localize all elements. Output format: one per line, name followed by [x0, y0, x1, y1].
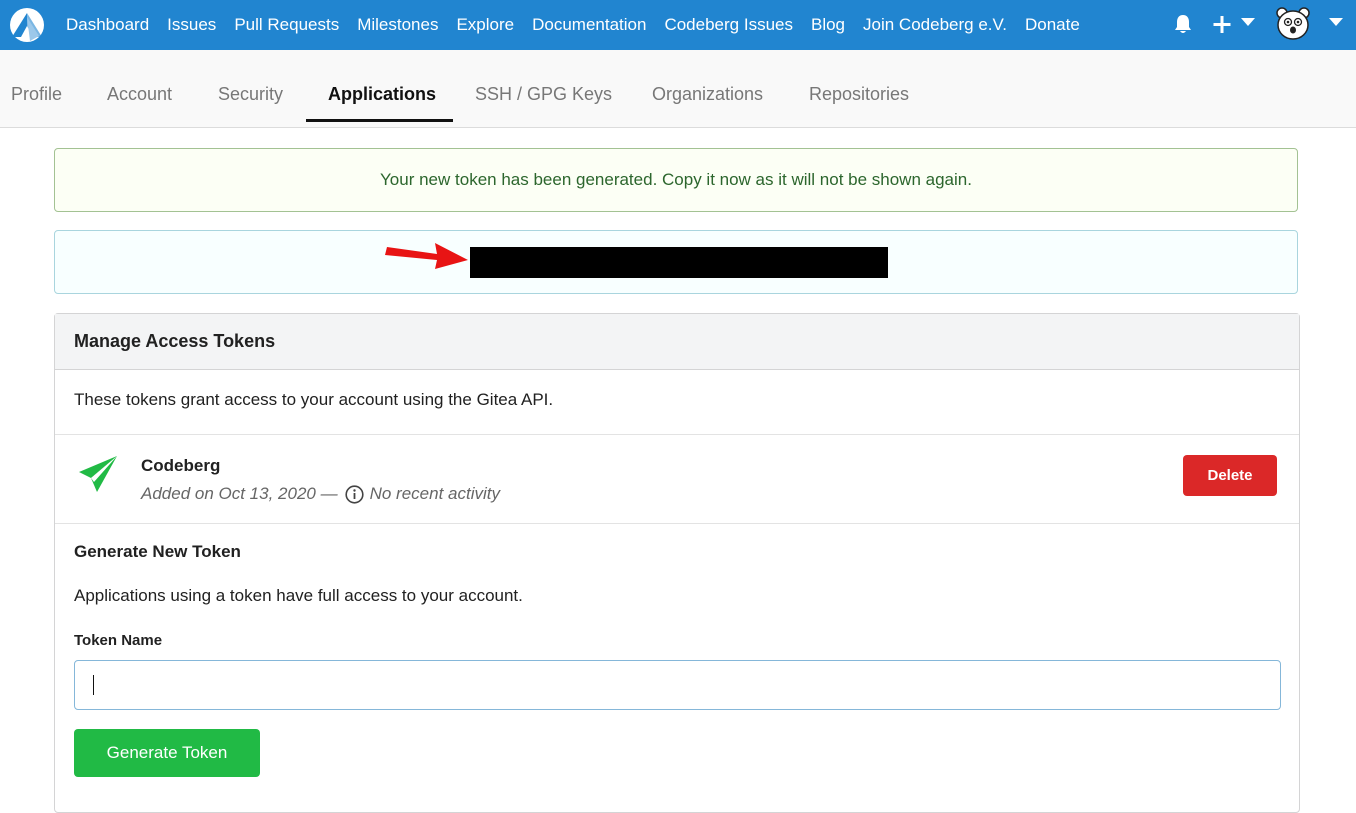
tab-ssh-gpg-keys[interactable]: SSH / GPG Keys: [475, 84, 612, 105]
divider: [55, 434, 1299, 435]
nav-documentation[interactable]: Documentation: [523, 15, 655, 35]
generate-token-description: Applications using a token have full acc…: [74, 586, 523, 605]
panel-title: Manage Access Tokens: [55, 314, 1299, 370]
chevron-down-icon[interactable]: [1241, 18, 1255, 26]
nav-explore[interactable]: Explore: [447, 15, 523, 35]
nav-milestones[interactable]: Milestones: [348, 15, 447, 35]
tab-organizations[interactable]: Organizations: [652, 84, 763, 105]
main-nav: Dashboard Issues Pull Requests Milestone…: [57, 0, 1089, 50]
nav-donate[interactable]: Donate: [1016, 15, 1089, 35]
tab-security[interactable]: Security: [218, 84, 283, 105]
text-cursor: [93, 675, 94, 695]
active-tab-indicator: [306, 119, 453, 122]
success-message-text: Your new token has been generated. Copy …: [380, 170, 972, 189]
send-icon: [79, 456, 117, 492]
bell-icon[interactable]: [1172, 13, 1194, 35]
avatar[interactable]: [1275, 5, 1311, 41]
generate-token-title: Generate New Token: [74, 542, 241, 561]
nav-issues[interactable]: Issues: [158, 15, 225, 35]
tab-applications[interactable]: Applications: [328, 84, 436, 105]
token-message: [54, 230, 1298, 294]
token-name-input[interactable]: [74, 660, 1281, 710]
manage-access-tokens-panel: Manage Access Tokens These tokens grant …: [54, 313, 1300, 813]
tab-account[interactable]: Account: [107, 84, 172, 105]
nav-dashboard[interactable]: Dashboard: [57, 15, 158, 35]
token-name: Codeberg: [141, 456, 221, 475]
chevron-down-icon[interactable]: [1329, 18, 1343, 26]
plus-icon[interactable]: [1213, 13, 1231, 35]
delete-button[interactable]: Delete: [1183, 455, 1277, 496]
tab-repositories[interactable]: Repositories: [809, 84, 909, 105]
panel-description: These tokens grant access to your accoun…: [74, 390, 554, 409]
generate-token-button[interactable]: Generate Token: [74, 729, 260, 777]
divider: [55, 523, 1299, 524]
token-meta: Added on Oct 13, 2020 — No recent activi…: [141, 484, 500, 504]
arrow-icon: [385, 243, 468, 269]
redacted-token[interactable]: [470, 247, 888, 278]
token-activity: No recent activity: [369, 484, 500, 503]
logo-icon[interactable]: [9, 7, 45, 43]
settings-tabs: Profile Account Security Applications SS…: [0, 50, 1356, 128]
success-message: Your new token has been generated. Copy …: [54, 148, 1298, 212]
nav-blog[interactable]: Blog: [802, 15, 854, 35]
token-name-label: Token Name: [74, 632, 163, 649]
nav-codeberg-issues[interactable]: Codeberg Issues: [655, 15, 802, 35]
nav-pull-requests[interactable]: Pull Requests: [225, 15, 348, 35]
token-added-date: Added on Oct 13, 2020 —: [141, 484, 338, 503]
nav-join[interactable]: Join Codeberg e.V.: [854, 15, 1016, 35]
tab-profile[interactable]: Profile: [11, 84, 62, 105]
top-navbar: Dashboard Issues Pull Requests Milestone…: [0, 0, 1356, 50]
info-icon: [344, 484, 364, 504]
